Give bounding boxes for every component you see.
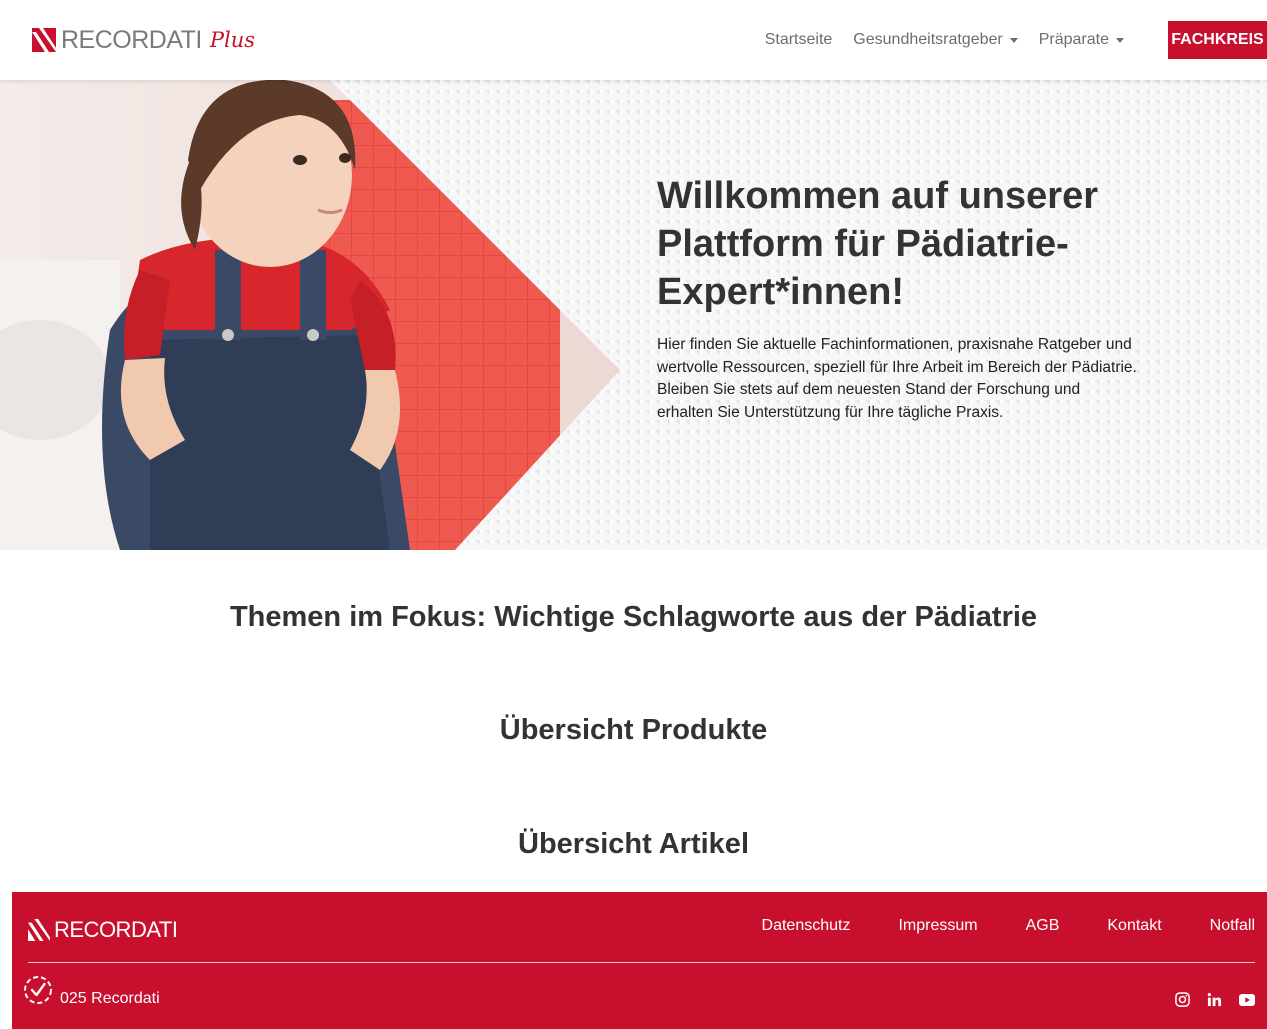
uebersicht-produkte-heading: Übersicht Produkte (499, 714, 768, 746)
footer-divider (28, 962, 1255, 963)
hero-description: Hier finden Sie aktuelle Fachinformation… (657, 336, 1137, 421)
recordati-logo-mark-icon (28, 919, 50, 941)
uebersicht-artikel-heading: Übersicht Artikel (518, 828, 749, 860)
footer-link-datenschutz[interactable]: Datenschutz (762, 917, 851, 935)
themen-im-fokus-heading: Themen im Fokus: Wichtige Schlagworte au… (229, 601, 1038, 633)
footer-logo-wordmark: RECORDATI (54, 917, 178, 942)
nav-gesundheitsratgeber-label: Gesundheitsratgeber (853, 31, 1003, 48)
fachkreis-button[interactable]: FACHKREIS (1168, 21, 1267, 59)
accessibility-badge-icon[interactable] (22, 974, 54, 1006)
social-links (1159, 991, 1255, 1008)
footer-recordati-logo[interactable]: RECORDATI (28, 917, 178, 943)
footer-link-notfall[interactable]: Notfall (1210, 917, 1255, 935)
hero-content: Willkommen auf unserer Plattform für Päd… (657, 172, 1137, 424)
instagram-icon[interactable] (1174, 991, 1191, 1008)
youtube-icon[interactable] (1238, 991, 1255, 1008)
hero-child-photo (0, 80, 620, 550)
nav-gesundheitsratgeber-dropdown[interactable]: Gesundheitsratgeber (853, 31, 1018, 49)
linkedin-icon[interactable] (1206, 991, 1223, 1008)
nav-startseite-label: Startseite (764, 31, 833, 48)
hero-title: Willkommen auf unserer Plattform für Päd… (657, 175, 1098, 313)
site-header: RECORDATI Plus Startseite Gesundheitsrat… (0, 0, 1267, 80)
main-navigation: Startseite Gesundheitsratgeber Präparate… (765, 0, 1267, 80)
chevron-down-icon (1009, 37, 1018, 43)
site-footer: RECORDATI Datenschutz Impressum AGB Kont… (12, 892, 1267, 1029)
nav-praeparate-dropdown[interactable]: Präparate (1039, 31, 1124, 49)
nav-praeparate-label: Präparate (1038, 31, 1109, 48)
recordati-plus-logo[interactable]: RECORDATI Plus (32, 27, 255, 53)
hero-banner: Willkommen auf unserer Plattform für Päd… (0, 80, 1267, 550)
recordati-logo-mark-icon (32, 28, 56, 52)
copyright-text: 025 Recordati (60, 990, 160, 1007)
footer-link-agb[interactable]: AGB (1026, 917, 1060, 935)
logo-wordmark: RECORDATI (61, 26, 202, 54)
chevron-down-icon (1116, 37, 1124, 43)
nav-startseite[interactable]: Startseite (765, 31, 833, 49)
footer-links: Datenschutz Impressum AGB Kontakt Notfal… (714, 917, 1255, 935)
footer-link-impressum[interactable]: Impressum (898, 917, 977, 935)
logo-plus: Plus (209, 28, 256, 52)
footer-link-kontakt[interactable]: Kontakt (1107, 917, 1161, 935)
